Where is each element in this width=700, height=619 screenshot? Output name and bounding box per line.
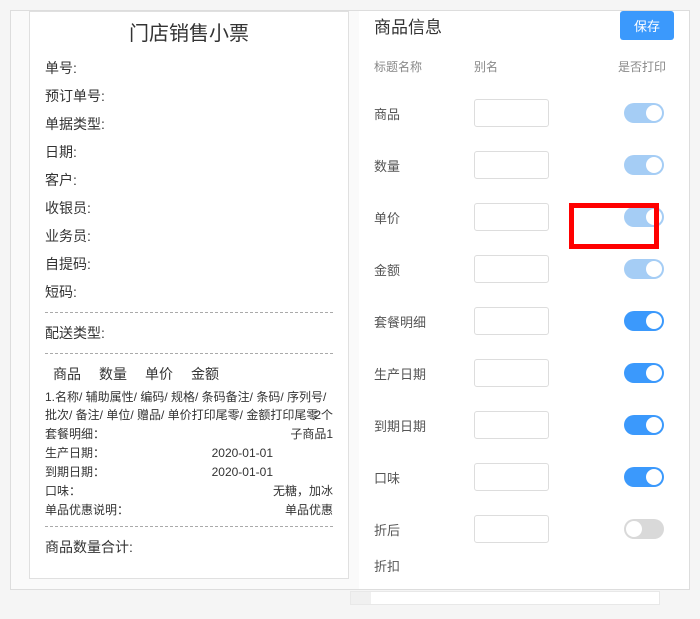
item-detail-row: 1.名称/ 辅助属性/ 编码/ 规格/ 条码备注/ 条码/ 序列号/ 批次/ 备… bbox=[45, 388, 333, 424]
field-reserve-no: 预订单号: bbox=[45, 82, 333, 110]
receipt-title: 门店销售小票 bbox=[45, 17, 333, 46]
alias-input-product[interactable] bbox=[474, 99, 549, 127]
field-pickup-code: 自提码: bbox=[45, 250, 333, 278]
config-row-product: 商品 bbox=[374, 87, 674, 139]
col-product: 商品 bbox=[53, 364, 81, 384]
alias-input-after-disc[interactable] bbox=[474, 515, 549, 543]
toggle-qty[interactable] bbox=[624, 155, 664, 175]
toggle-after-disc[interactable] bbox=[624, 519, 664, 539]
config-row-after-disc: 折后 bbox=[374, 503, 674, 555]
separator bbox=[45, 526, 333, 527]
config-row-prod-date: 生产日期 bbox=[374, 347, 674, 399]
row-label: 折扣 bbox=[374, 556, 474, 575]
toggle-prod-date[interactable] bbox=[624, 363, 664, 383]
combo-label: 套餐明细： bbox=[45, 425, 105, 444]
flavor-row: 口味： 无糖，加冰 bbox=[45, 482, 333, 501]
combo-value: 子商品1 bbox=[290, 425, 333, 444]
item-header-row: 商品 数量 单价 金额 bbox=[45, 360, 333, 388]
alias-input-flavor[interactable] bbox=[474, 463, 549, 491]
separator bbox=[45, 353, 333, 354]
toggle-product[interactable] bbox=[624, 103, 664, 123]
col-price: 单价 bbox=[145, 364, 173, 384]
combo-row: 套餐明细： 子商品1 bbox=[45, 425, 333, 444]
alias-input-combo[interactable] bbox=[474, 307, 549, 335]
col-qty: 数量 bbox=[99, 364, 127, 384]
prod-date-row: 生产日期： 2020-01-01 bbox=[45, 444, 333, 463]
config-row-last: 折扣 bbox=[374, 555, 674, 575]
field-salesman: 业务员: bbox=[45, 222, 333, 250]
row-label: 套餐明细 bbox=[374, 312, 474, 331]
config-row-flavor: 口味 bbox=[374, 451, 674, 503]
save-button[interactable]: 保存 bbox=[620, 11, 674, 40]
item-line1: 1.名称/ 辅助属性/ 编码/ 规格/ 条码备注/ 条码/ 序列号/ 批次/ 备… bbox=[45, 388, 333, 424]
row-label: 折后 bbox=[374, 520, 474, 539]
row-label: 金额 bbox=[374, 260, 474, 279]
row-label: 单价 bbox=[374, 208, 474, 227]
flavor-label: 口味： bbox=[45, 482, 81, 501]
row-label: 口味 bbox=[374, 468, 474, 487]
col-header-title: 标题名称 bbox=[374, 58, 474, 75]
separator bbox=[45, 312, 333, 313]
prod-date-label: 生产日期： bbox=[45, 444, 105, 463]
row-label: 生产日期 bbox=[374, 364, 474, 383]
row-label: 到期日期 bbox=[374, 416, 474, 435]
config-row-exp-date: 到期日期 bbox=[374, 399, 674, 451]
receipt-preview-panel: 门店销售小票 单号: 预订单号: 单据类型: 日期: 客户: 收银员: 业务员:… bbox=[29, 11, 349, 579]
flavor-value: 无糖，加冰 bbox=[273, 482, 333, 501]
exp-date-label: 到期日期： bbox=[45, 463, 105, 482]
field-cashier: 收银员: bbox=[45, 194, 333, 222]
exp-date-row: 到期日期： 2020-01-01 bbox=[45, 463, 333, 482]
alias-input-qty[interactable] bbox=[474, 151, 549, 179]
disc-note-label: 单品优惠说明： bbox=[45, 501, 129, 520]
config-row-combo: 套餐明细 bbox=[374, 295, 674, 347]
toggle-combo[interactable] bbox=[624, 311, 664, 331]
prod-date-value: 2020-01-01 bbox=[212, 444, 273, 463]
col-header-alias: 别名 bbox=[474, 58, 564, 75]
disc-note-row: 单品优惠说明： 单品优惠 bbox=[45, 501, 333, 520]
toggle-amount[interactable] bbox=[624, 259, 664, 279]
alias-input-exp-date[interactable] bbox=[474, 411, 549, 439]
field-order-no: 单号: bbox=[45, 54, 333, 82]
field-doc-type: 单据类型: bbox=[45, 110, 333, 138]
exp-date-value: 2020-01-01 bbox=[212, 463, 273, 482]
alias-input-price[interactable] bbox=[474, 203, 549, 231]
config-title: 商品信息 bbox=[374, 13, 442, 38]
field-short-code: 短码: bbox=[45, 278, 333, 306]
config-column-header: 标题名称 别名 是否打印 bbox=[374, 50, 674, 87]
qty-total-label: 商品数量合计: bbox=[45, 533, 333, 561]
field-date: 日期: bbox=[45, 138, 333, 166]
field-delivery-type: 配送类型: bbox=[45, 319, 333, 347]
alias-input-amount[interactable] bbox=[474, 255, 549, 283]
alias-input-prod-date[interactable] bbox=[474, 359, 549, 387]
item-qty: 2个 bbox=[314, 406, 333, 425]
disc-note-value: 单品优惠 bbox=[285, 501, 333, 520]
horizontal-scrollbar[interactable] bbox=[350, 591, 660, 605]
field-customer: 客户: bbox=[45, 166, 333, 194]
toggle-exp-date[interactable] bbox=[624, 415, 664, 435]
row-label: 商品 bbox=[374, 104, 474, 123]
config-row-qty: 数量 bbox=[374, 139, 674, 191]
config-panel: 商品信息 保存 标题名称 别名 是否打印 商品 数量 单价 金额 bbox=[359, 11, 689, 589]
row-label: 数量 bbox=[374, 156, 474, 175]
toggle-flavor[interactable] bbox=[624, 467, 664, 487]
col-header-print: 是否打印 bbox=[564, 58, 674, 75]
config-row-price: 单价 bbox=[374, 191, 674, 243]
config-row-amount: 金额 bbox=[374, 243, 674, 295]
col-amount: 金额 bbox=[191, 364, 219, 384]
toggle-price[interactable] bbox=[624, 207, 664, 227]
